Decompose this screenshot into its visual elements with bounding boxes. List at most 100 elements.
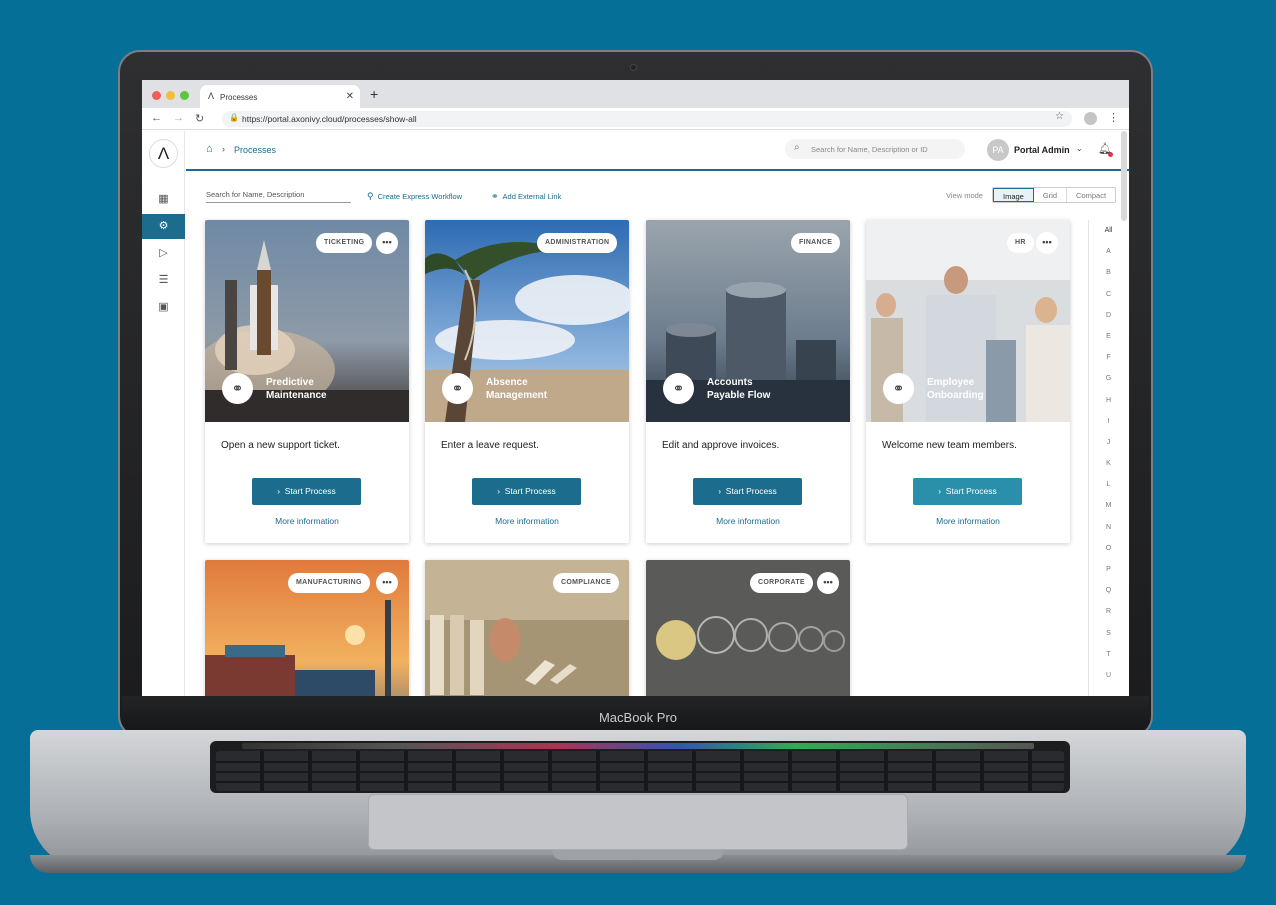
alphabet-letter[interactable]: M: [1089, 495, 1128, 516]
link-icon: ⚭: [491, 191, 499, 201]
more-icon[interactable]: •••: [376, 572, 398, 594]
portal-logo[interactable]: Λ: [149, 139, 178, 168]
card-title: Employee Onboarding: [927, 377, 984, 401]
view-mode-compact[interactable]: Compact: [1067, 188, 1115, 202]
process-toolbar: Search for Name, Description ⚲ Create Exp…: [186, 184, 1129, 208]
view-mode-toggle: Image Grid Compact: [992, 187, 1117, 203]
alphabet-index: All A B C D E F G H I J K L M N O P Q R S T U: [1088, 220, 1128, 696]
alphabet-letter[interactable]: B: [1089, 262, 1128, 283]
workflow-icon: ⚲: [367, 191, 374, 201]
new-tab-icon[interactable]: +: [370, 86, 378, 102]
category-badge: FINANCE: [791, 233, 841, 253]
user-name[interactable]: Portal Admin: [1014, 145, 1070, 155]
more-information-link[interactable]: More information: [205, 516, 409, 526]
trackpad: [368, 794, 908, 850]
alphabet-letter[interactable]: P: [1089, 559, 1128, 580]
browser-tab[interactable]: Λ Processes ✕: [200, 85, 360, 108]
process-card[interactable]: FINANCE ⚭ Accounts Payable Flow Edit and…: [646, 220, 850, 543]
lock-icon: 🔒: [229, 113, 239, 122]
alphabet-letter[interactable]: J: [1089, 432, 1128, 453]
alphabet-letter[interactable]: A: [1089, 241, 1128, 262]
process-card[interactable]: COMPLIANCE: [425, 560, 629, 696]
portal-header: ⌂ › Processes ⌕ Search for Name, Descrip…: [186, 131, 1129, 171]
alphabet-letter[interactable]: E: [1089, 326, 1128, 347]
add-external-link[interactable]: ⚭ Add External Link: [491, 191, 561, 202]
card-description: Welcome new team members.: [882, 440, 1017, 451]
home-icon[interactable]: ⌂: [206, 143, 213, 155]
processes-icon[interactable]: ⚙: [142, 214, 185, 239]
start-process-button[interactable]: › Start Process: [693, 478, 802, 505]
close-window-button[interactable]: [152, 91, 161, 100]
more-icon[interactable]: •••: [1036, 232, 1058, 254]
start-process-button[interactable]: › Start Process: [472, 478, 581, 505]
process-card[interactable]: HR ••• ⚭ Employee Onboarding Welcome new…: [866, 220, 1070, 543]
view-mode-image[interactable]: Image: [993, 188, 1034, 202]
chevron-down-icon[interactable]: ⌄: [1076, 144, 1083, 153]
alphabet-letter[interactable]: D: [1089, 305, 1128, 326]
alphabet-letter[interactable]: R: [1089, 601, 1128, 622]
alphabet-letter[interactable]: H: [1089, 390, 1128, 411]
alphabet-letter[interactable]: K: [1089, 453, 1128, 474]
tab-title: Processes: [220, 93, 258, 102]
create-express-workflow-label: Create Express Workflow: [377, 192, 463, 201]
process-card[interactable]: TICKETING ••• ⚭ Predictive Maintenance O…: [205, 220, 409, 543]
card-description: Open a new support ticket.: [221, 440, 340, 451]
statistics-icon[interactable]: ▣: [142, 295, 185, 320]
alphabet-letter[interactable]: L: [1089, 474, 1128, 495]
url-text: https://portal.axonivy.cloud/processes/s…: [242, 114, 417, 124]
category-badge: COMPLIANCE: [553, 573, 620, 593]
alphabet-letter[interactable]: U: [1089, 665, 1128, 686]
laptop-brand-label: MacBook Pro: [598, 710, 678, 725]
more-information-link[interactable]: More information: [425, 516, 629, 526]
alphabet-letter[interactable]: N: [1089, 517, 1128, 538]
more-information-link[interactable]: More information: [646, 516, 850, 526]
alphabet-letter[interactable]: O: [1089, 538, 1128, 559]
laptop-notch: [552, 850, 724, 860]
notification-dot: [1108, 152, 1113, 157]
reload-icon[interactable]: ↻: [195, 112, 204, 125]
more-icon[interactable]: •••: [376, 232, 398, 254]
browser-menu-icon[interactable]: ⋮: [1108, 111, 1119, 124]
start-process-button[interactable]: › Start Process: [252, 478, 361, 505]
create-express-workflow-link[interactable]: ⚲ Create Express Workflow: [367, 191, 462, 202]
start-process-label: Start Process: [284, 486, 336, 496]
sidebar: Λ ▦ ⚙ ▷ ☰ ▣: [142, 131, 185, 696]
chevron-right-icon: ›: [938, 486, 942, 496]
browser-tab-bar: Λ Processes ✕ +: [142, 80, 1129, 108]
back-icon[interactable]: ←: [151, 112, 162, 124]
view-mode-label: View mode: [946, 191, 983, 200]
more-information-link[interactable]: More information: [866, 516, 1070, 526]
global-search-input[interactable]: ⌕ Search for Name, Description or ID: [785, 139, 965, 159]
forward-icon[interactable]: →: [173, 112, 184, 124]
process-card[interactable]: ADMINISTRATION ⚭ Absence Management Ente…: [425, 220, 629, 543]
process-card[interactable]: MANUFACTURING •••: [205, 560, 409, 696]
alphabet-letter[interactable]: T: [1089, 644, 1128, 665]
user-avatar[interactable]: PA: [987, 139, 1009, 161]
browser-address-bar: ← → ↻ 🔒 https://portal.axonivy.cloud/pro…: [142, 108, 1129, 130]
start-process-button[interactable]: › Start Process: [913, 478, 1022, 505]
add-external-link-label: Add External Link: [502, 192, 562, 201]
bookmark-star-icon[interactable]: ☆: [1055, 111, 1064, 122]
view-mode-grid[interactable]: Grid: [1034, 188, 1068, 202]
alphabet-letter[interactable]: S: [1089, 623, 1128, 644]
more-icon[interactable]: •••: [817, 572, 839, 594]
breadcrumb-processes[interactable]: Processes: [234, 145, 276, 155]
alphabet-letter[interactable]: F: [1089, 347, 1128, 368]
url-field[interactable]: 🔒 https://portal.axonivy.cloud/processes…: [222, 111, 1072, 127]
process-card[interactable]: CORPORATE •••: [646, 560, 850, 696]
minimize-window-button[interactable]: [166, 91, 175, 100]
maximize-window-button[interactable]: [180, 91, 189, 100]
cases-icon[interactable]: ☰: [142, 268, 185, 293]
scrollbar[interactable]: [1121, 131, 1127, 221]
dashboard-icon[interactable]: ▦: [142, 187, 185, 212]
alphabet-letter[interactable]: I: [1089, 411, 1128, 432]
start-process-label: Start Process: [945, 486, 997, 496]
process-search-input[interactable]: Search for Name, Description: [206, 186, 351, 203]
browser-profile-avatar[interactable]: [1084, 112, 1097, 125]
alphabet-letter[interactable]: C: [1089, 284, 1128, 305]
alphabet-letter[interactable]: All: [1089, 220, 1128, 241]
alphabet-letter[interactable]: G: [1089, 368, 1128, 389]
tab-close-icon[interactable]: ✕: [346, 91, 354, 102]
tasks-icon[interactable]: ▷: [142, 241, 185, 266]
alphabet-letter[interactable]: Q: [1089, 580, 1128, 601]
